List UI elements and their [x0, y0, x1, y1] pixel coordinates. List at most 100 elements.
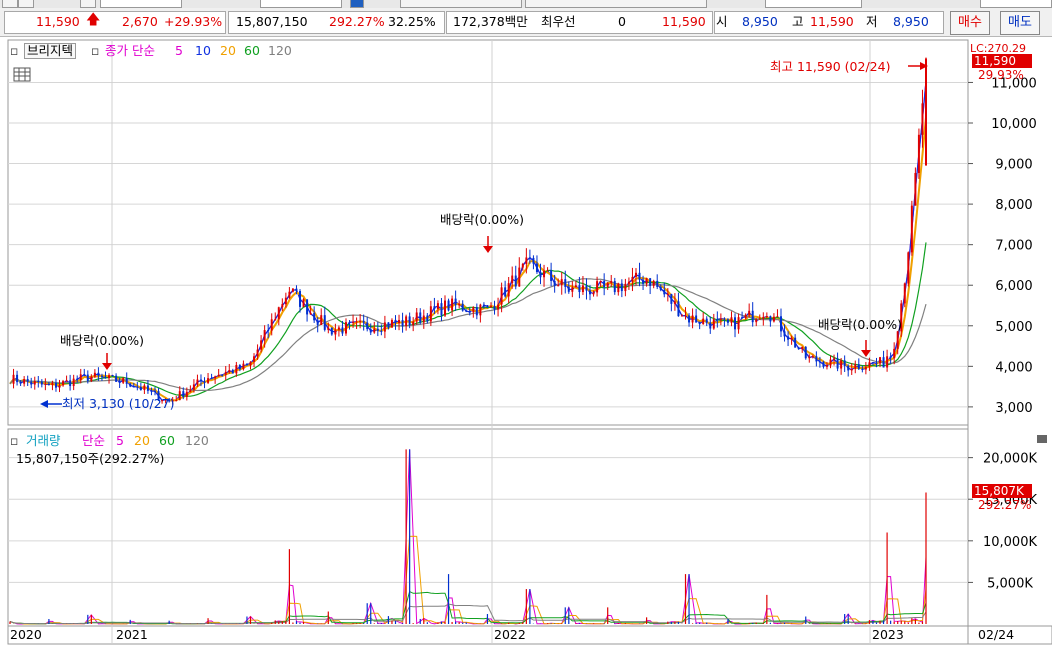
candle-body [921, 103, 924, 135]
candle-body [143, 385, 146, 391]
candle-body [380, 330, 383, 332]
candle-body [854, 364, 857, 370]
candle-body [903, 283, 906, 304]
candle-body [833, 358, 836, 360]
candle-body [684, 315, 687, 317]
candle-body [581, 285, 584, 293]
period-buttons[interactable] [400, 0, 522, 8]
toolbar-button[interactable] [350, 0, 364, 8]
period-select[interactable] [260, 0, 342, 8]
candle-body [323, 315, 326, 330]
candle-body [656, 280, 659, 287]
candle-body [691, 315, 694, 323]
candle-body [69, 380, 72, 387]
candle-body [83, 374, 86, 376]
candle-body [638, 272, 641, 280]
candle-body [652, 280, 655, 286]
volume-tick-label: 20,000K [983, 452, 1037, 467]
volume-tick-label: 10,000K [983, 535, 1037, 550]
candle-body [26, 379, 29, 382]
toolbar-button[interactable] [18, 0, 34, 8]
candle-body [108, 375, 111, 379]
stock-chart[interactable]: 11,00010,0009,0008,0007,0006,0005,0004,0… [0, 36, 1052, 652]
candle-body [231, 370, 234, 374]
ma-10: 10 [195, 43, 211, 58]
candle-body [100, 375, 103, 377]
candle-body [390, 319, 393, 328]
price-tick-label: 6,000 [995, 279, 1032, 294]
stock-code-input[interactable] [100, 0, 182, 8]
volume-label: 거래량 [26, 433, 61, 448]
candle-body [705, 318, 708, 323]
candle-body [260, 340, 263, 350]
candle-body [316, 320, 319, 325]
candle-body [23, 379, 26, 384]
candle-body [893, 348, 896, 358]
candle-body [129, 383, 132, 387]
date-input[interactable] [980, 0, 1052, 8]
candle-body [376, 328, 379, 331]
candle-body [334, 329, 337, 335]
current-volume-badge: 15,807K [972, 484, 1032, 498]
candle-body [115, 375, 118, 382]
candle-body [12, 374, 15, 384]
buy-button[interactable]: 매수 [950, 11, 990, 35]
table-icon[interactable] [13, 67, 31, 82]
candle-body [118, 381, 121, 383]
price-tick-label: 8,000 [995, 198, 1032, 213]
candle-body [645, 278, 648, 284]
price-tick-label: 10,000 [991, 117, 1037, 132]
toolbar-button[interactable] [2, 0, 18, 8]
candle-body [352, 321, 355, 323]
current-pct: 29.93% [978, 68, 1024, 82]
candle-body [617, 283, 620, 293]
candle-body [253, 356, 256, 362]
candle-body [751, 310, 754, 323]
candle-body [861, 368, 864, 370]
candle-body [47, 383, 50, 386]
toolbar-button[interactable] [80, 0, 96, 8]
candle-body [497, 304, 500, 310]
candle-body [914, 173, 917, 206]
count-input[interactable] [765, 0, 862, 8]
candle-body [19, 382, 22, 384]
candle-body [762, 316, 765, 319]
high-annotation: 최고 11,590 (02/24) [770, 59, 891, 74]
candle-body [557, 285, 560, 287]
candle-body [599, 281, 602, 283]
candle-body [408, 316, 411, 326]
candle-body [776, 316, 779, 318]
minute-buttons[interactable] [525, 0, 707, 8]
candle-body [666, 293, 669, 295]
volume-value: 15,807,150 [236, 14, 308, 29]
low-value: 8,950 [893, 14, 929, 29]
candle-body [642, 279, 645, 284]
candle-body [362, 320, 365, 323]
candle-body [525, 257, 528, 264]
volume-ratio: 292.27% [329, 14, 385, 29]
candle-body [613, 281, 616, 293]
candle-body [37, 380, 40, 382]
best-price: 11,590 [662, 14, 706, 29]
candle-body [454, 298, 457, 306]
candle-body [712, 319, 715, 329]
year-label-2023: 2023 [872, 627, 904, 642]
candle-body [680, 315, 683, 317]
candle-body [132, 386, 135, 388]
candle-body [394, 319, 397, 324]
sell-button[interactable]: 매도 [1000, 11, 1040, 35]
candle-body [772, 316, 775, 322]
candle-body [97, 372, 100, 376]
candle-body [518, 267, 521, 287]
panel-close-icon[interactable] [1037, 435, 1047, 443]
chart-name[interactable]: 브리지텍 [24, 43, 77, 59]
candle-body [383, 322, 386, 332]
year-label-2021: 2021 [116, 627, 148, 642]
candle-body [871, 362, 874, 364]
candle-body [864, 366, 867, 370]
candle-body [228, 370, 231, 372]
ma-60: 60 [244, 43, 260, 58]
candle-body [221, 374, 224, 376]
candle-body [72, 378, 75, 387]
candle-body [553, 281, 556, 286]
